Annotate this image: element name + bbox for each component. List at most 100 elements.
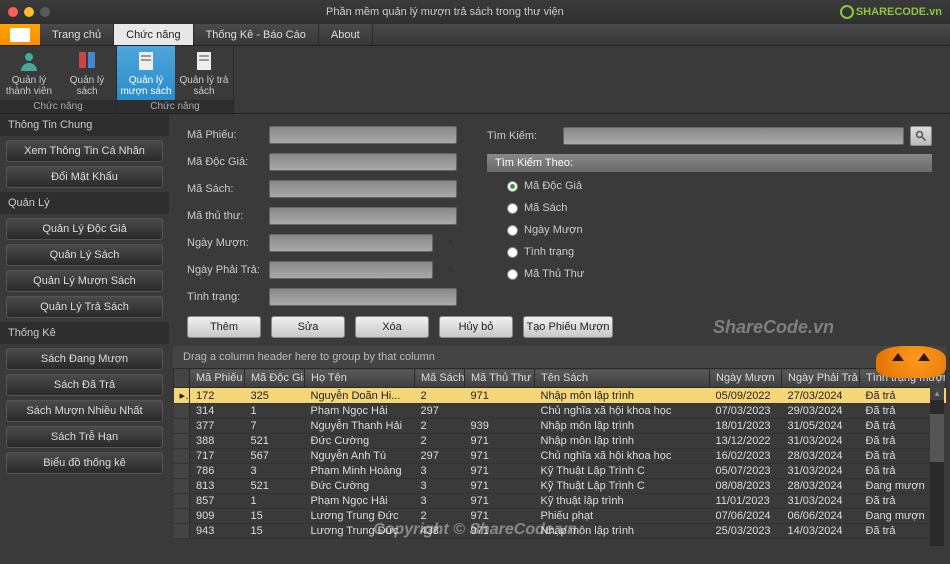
app-menu-button[interactable]: [0, 24, 40, 45]
sidebar-item-quản-lý-mượn-sách[interactable]: Quản Lý Mượn Sách: [6, 270, 163, 292]
sidebar-section-header: Thống Kê: [0, 322, 169, 344]
radio-mã-thủ-thư[interactable]: Mã Thủ Thư: [507, 268, 912, 280]
table-cell: 297: [415, 449, 465, 464]
column-header[interactable]: Họ Tên: [305, 369, 415, 388]
table-cell: Lương Trung Đức: [305, 509, 415, 524]
table-cell: Nhập môn lập trình: [535, 388, 710, 404]
sidebar-item-sách-trễ-hạn[interactable]: Sách Trễ Hạn: [6, 426, 163, 448]
field-input-0[interactable]: [269, 126, 457, 144]
sidebar-item-sách-đang-mượn[interactable]: Sách Đang Mượn: [6, 348, 163, 370]
table-row[interactable]: 7863Phạm Minh Hoàng3971Kỹ Thuật Lập Trìn…: [174, 464, 946, 479]
radio-tình-trạng[interactable]: Tình trạng: [507, 246, 912, 258]
column-header[interactable]: Ngày Phải Trả: [782, 369, 860, 388]
table-cell: 31/03/2024: [782, 434, 860, 449]
table-cell: 18/01/2023: [710, 419, 782, 434]
chevron-down-icon[interactable]: ▾: [448, 237, 453, 248]
sidebar: Thông Tin ChungXem Thông Tin Cá NhânĐổi …: [0, 114, 169, 564]
tab-thống-kê---báo-cáo[interactable]: Thống Kê - Báo Cáo: [194, 24, 319, 45]
table-cell: 857: [190, 494, 245, 509]
table-cell: 971: [465, 494, 535, 509]
table-cell: 31/03/2024: [782, 494, 860, 509]
search-button[interactable]: [910, 126, 932, 146]
field-input-4[interactable]: [269, 234, 433, 252]
table-row[interactable]: 388521Đức Cường2971Nhập môn lập trình13/…: [174, 434, 946, 449]
radio-mã-độc-giả[interactable]: Mã Độc Giả: [507, 180, 912, 192]
table-row[interactable]: 717567Nguyễn Anh Tú297971Chủ nghĩa xã hộ…: [174, 449, 946, 464]
sidebar-item-biểu-đồ-thống-kê[interactable]: Biểu đồ thống kê: [6, 452, 163, 474]
tab-about[interactable]: About: [319, 24, 373, 45]
ribbon-group-label: Chức năng: [117, 100, 233, 113]
window-close-dot[interactable]: [8, 7, 18, 17]
vertical-scrollbar[interactable]: ▴: [930, 386, 944, 546]
resize-handle-icon[interactable]: ⋮: [196, 270, 205, 281]
window-min-dot[interactable]: [24, 7, 34, 17]
search-input[interactable]: [563, 127, 904, 145]
table-cell: 31/05/2024: [782, 419, 860, 434]
table-cell: 971: [465, 449, 535, 464]
radio-icon: [507, 203, 518, 214]
table-cell: 06/06/2024: [782, 509, 860, 524]
table-cell: Nhập môn lập trình: [535, 524, 710, 539]
logo-icon: [840, 5, 854, 19]
sidebar-item-xem-thông-tin-cá-nhân[interactable]: Xem Thông Tin Cá Nhân: [6, 140, 163, 162]
field-input-2[interactable]: [269, 180, 457, 198]
ribbon-quản-lý-thành-viên[interactable]: Quản lý thành viên: [0, 46, 58, 100]
sidebar-item-quản-lý-sách[interactable]: Quản Lý Sách: [6, 244, 163, 266]
radio-label: Tình trạng: [524, 246, 574, 258]
watermark: ShareCode.vn: [713, 317, 834, 338]
radio-mã-sách[interactable]: Mã Sách: [507, 202, 912, 214]
sidebar-item-sách-đã-trả[interactable]: Sách Đã Trả: [6, 374, 163, 396]
xóa-button[interactable]: Xóa: [355, 316, 429, 338]
search-icon: [915, 130, 927, 142]
column-header[interactable]: Mã Thủ Thư: [465, 369, 535, 388]
table-row[interactable]: 3141Phạm Ngọc Hải297Chủ nghĩa xã hội kho…: [174, 404, 946, 419]
field-input-5[interactable]: [269, 261, 433, 279]
field-input-6[interactable]: [269, 288, 457, 306]
column-header[interactable]: Tên Sách: [535, 369, 710, 388]
table-cell: 3: [245, 464, 305, 479]
chevron-down-icon[interactable]: ▾: [448, 264, 453, 275]
table-cell: 07/06/2024: [710, 509, 782, 524]
sửa-button[interactable]: Sửa: [271, 316, 345, 338]
table-cell: 05/09/2022: [710, 388, 782, 404]
table-cell: Phạm Minh Hoàng: [305, 464, 415, 479]
ribbon-quản-lý-mượn-sách[interactable]: Quản lý mượn sách: [117, 46, 175, 100]
column-header[interactable]: Mã Độc Giả: [245, 369, 305, 388]
hủy-bỏ-button[interactable]: Hủy bỏ: [439, 316, 513, 338]
table-cell: 521: [245, 434, 305, 449]
field-input-1[interactable]: [269, 153, 457, 171]
table-cell: Nhập môn lập trình: [535, 419, 710, 434]
column-header[interactable]: Mã Sách: [415, 369, 465, 388]
table-cell: 813: [190, 479, 245, 494]
tab-trang-chủ[interactable]: Trang chủ: [40, 24, 114, 45]
window-max-dot[interactable]: [40, 7, 50, 17]
grid-group-panel[interactable]: Drag a column header here to group by th…: [173, 346, 946, 368]
table-cell: 438: [415, 524, 465, 539]
table-row[interactable]: ▸172325Nguyễn Doãn Hi...2971Nhập môn lập…: [174, 388, 946, 404]
table-row[interactable]: 3777Nguyễn Thanh Hải2939Nhập môn lập trì…: [174, 419, 946, 434]
table-cell: 971: [465, 479, 535, 494]
table-row[interactable]: 94315Lương Trung Đức438971Nhập môn lập t…: [174, 524, 946, 539]
field-label: Mã Phiếu:: [187, 129, 263, 141]
radio-ngày-mượn[interactable]: Ngày Mượn: [507, 224, 912, 236]
table-row[interactable]: 90915Lương Trung Đức2971Phiếu phạt07/06/…: [174, 509, 946, 524]
radio-icon: [507, 247, 518, 258]
table-cell: 2: [415, 388, 465, 404]
tạo-phiếu-mượn-button[interactable]: Tạo Phiếu Mượn: [523, 316, 613, 338]
tab-chức-năng[interactable]: Chức năng: [114, 24, 193, 45]
table-row[interactable]: 8571Phạm Ngọc Hải3971Kỹ thuật lập trình1…: [174, 494, 946, 509]
thêm-button[interactable]: Thêm: [187, 316, 261, 338]
table-cell: 971: [465, 434, 535, 449]
ribbon-quản-lý-trả-sách[interactable]: Quản lý trả sách: [175, 46, 233, 100]
sidebar-item-quản-lý-trả-sách[interactable]: Quản Lý Trả Sách: [6, 296, 163, 318]
sidebar-item-đổi-mật-khẩu[interactable]: Đổi Mật Khẩu: [6, 166, 163, 188]
table-row[interactable]: 813521Đức Cường3971Kỹ Thuật Lập Trình C0…: [174, 479, 946, 494]
sidebar-item-quản-lý-độc-giả[interactable]: Quản Lý Độc Giả: [6, 218, 163, 240]
search-label: Tìm Kiếm:: [487, 130, 557, 142]
column-header[interactable]: Mã Phiếu: [190, 369, 245, 388]
field-input-3[interactable]: [269, 207, 457, 225]
ribbon-quản-lý-sách[interactable]: Quản lý sách: [58, 46, 116, 100]
radio-label: Ngày Mượn: [524, 224, 583, 236]
column-header[interactable]: Ngày Mượn: [710, 369, 782, 388]
sidebar-item-sách-mượn-nhiều-nhất[interactable]: Sách Mượn Nhiều Nhất: [6, 400, 163, 422]
